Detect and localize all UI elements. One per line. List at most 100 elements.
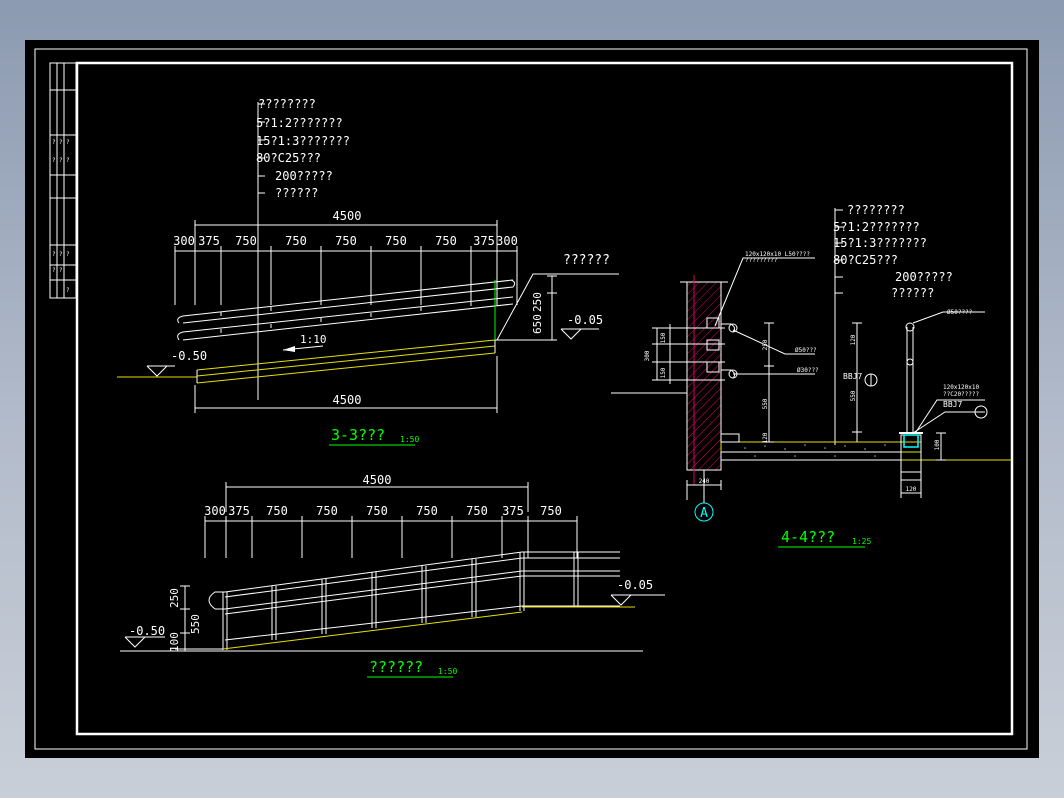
dim-label: 120 bbox=[850, 334, 857, 345]
title-block-cell: ? bbox=[66, 157, 70, 164]
bolt-label: BBJ7 bbox=[943, 400, 962, 409]
level-label-left: -0.50 bbox=[129, 624, 165, 638]
dim-label: 250 bbox=[531, 292, 544, 312]
level-label-left: -0.50 bbox=[171, 349, 207, 363]
dim-label: 300 bbox=[644, 350, 651, 361]
dim-label: 375 bbox=[502, 504, 524, 518]
concrete-dots bbox=[744, 444, 886, 457]
section-4-4-scale: 1:25 bbox=[852, 537, 871, 546]
dim-label: 4500 bbox=[363, 473, 392, 487]
title-block bbox=[49, 62, 77, 299]
railing-elevation: 4500 300 375 750 750 750 750 750 375 750 bbox=[120, 473, 665, 678]
note-line: 80?C25??? bbox=[256, 151, 321, 165]
inner-border bbox=[75, 61, 1014, 736]
slope-arrow bbox=[282, 345, 324, 352]
elevation-title: ?????? bbox=[369, 658, 423, 676]
wall-section bbox=[686, 281, 722, 471]
title-block-cell: ? bbox=[59, 251, 63, 258]
railing-post bbox=[905, 322, 915, 433]
drawing-viewport[interactable]: ? ? ? ? ? ? ? ? ? ? ? ? ???????? 5?1:2??… bbox=[25, 40, 1039, 758]
elevation-scale: 1:50 bbox=[438, 667, 457, 676]
title-block-cell: ? bbox=[66, 287, 70, 294]
note-line: 200????? bbox=[895, 270, 953, 284]
dim-label: 250 bbox=[168, 588, 181, 608]
leader-label: ??C20????? bbox=[943, 391, 980, 398]
dim-label: 375 bbox=[198, 234, 220, 248]
handrail-upper bbox=[177, 279, 516, 324]
level-label-right: -0.05 bbox=[567, 313, 603, 327]
section-3-3-title: 3-3??? bbox=[331, 426, 385, 444]
dim-spacing bbox=[174, 246, 518, 305]
elev-top-rail bbox=[208, 551, 620, 610]
note-line: 5?1:2??????? bbox=[256, 116, 343, 130]
leader-label: Ø50???? bbox=[947, 309, 973, 316]
dim-label: 750 bbox=[435, 234, 457, 248]
note-line: 80?C25??? bbox=[833, 253, 898, 267]
cad-drawing: ? ? ? ? ? ? ? ? ? ? ? ? ???????? 5?1:2??… bbox=[34, 48, 1028, 750]
note-line: ???????? bbox=[258, 97, 316, 111]
note-line: 200????? bbox=[275, 169, 333, 183]
dim-label: 375 bbox=[228, 504, 250, 518]
dim-label: 750 bbox=[235, 234, 257, 248]
bolt-label: BBJ7 bbox=[843, 372, 862, 381]
note-line: 15?1:3??????? bbox=[833, 236, 927, 250]
dim-label: 300 bbox=[173, 234, 195, 248]
callout-leader bbox=[496, 273, 619, 341]
dim-label: 750 bbox=[285, 234, 307, 248]
spacing-labels: 300 375 750 750 750 750 750 375 300 bbox=[173, 234, 518, 248]
elev-level-right bbox=[610, 594, 665, 606]
dim-label: 750 bbox=[266, 504, 288, 518]
title-block-cell: ? bbox=[59, 157, 63, 164]
dim-label: 100 bbox=[168, 632, 181, 652]
dim-label: 150 bbox=[660, 332, 667, 343]
axis-label: A bbox=[700, 506, 708, 521]
slope-label: 1:10 bbox=[300, 333, 327, 346]
dim-overall-top bbox=[194, 220, 498, 302]
outer-border bbox=[34, 48, 1028, 750]
dim-label: 375 bbox=[473, 234, 495, 248]
section-4-4-notes: ???????? 5?1:2??????? 15?1:3??????? 80?C… bbox=[833, 203, 953, 300]
base-plate bbox=[903, 434, 919, 448]
note-line: 15?1:3??????? bbox=[256, 134, 350, 148]
dim-label: 750 bbox=[540, 504, 562, 518]
dim-label: 300 bbox=[204, 504, 226, 518]
dim-label: 750 bbox=[385, 234, 407, 248]
dim-label: 100 bbox=[934, 439, 941, 450]
callout-label: ?????? bbox=[563, 253, 610, 268]
dim-label: 150 bbox=[660, 367, 667, 378]
title-block-cell: ? bbox=[52, 267, 56, 274]
dim-label: 550 bbox=[189, 614, 202, 634]
note-line: 5?1:2??????? bbox=[833, 220, 920, 234]
dim-label: 4500 bbox=[333, 393, 362, 407]
dim-label: 4500 bbox=[333, 209, 362, 223]
elev-spacing-labels: 300 375 750 750 750 750 750 375 750 bbox=[204, 504, 562, 518]
section-3-3-notes: ???????? 5?1:2??????? 15?1:3??????? 80?C… bbox=[256, 97, 350, 200]
title-block-cell: ? bbox=[52, 157, 56, 164]
leader-label: Ø50??? bbox=[795, 347, 817, 354]
dim-label: 750 bbox=[335, 234, 357, 248]
elev-posts bbox=[222, 552, 579, 650]
section-3-3: ???????? 5?1:2??????? 15?1:3??????? 80?C… bbox=[117, 97, 619, 446]
title-block-cell: ? bbox=[52, 251, 56, 258]
dim-label: 300 bbox=[496, 234, 518, 248]
section-3-3-scale: 1:50 bbox=[400, 435, 419, 444]
title-block-cell: ? bbox=[66, 251, 70, 258]
dim-label: 650 bbox=[531, 314, 544, 334]
dim-vertical-right bbox=[547, 275, 557, 341]
title-block-cell: ? bbox=[59, 139, 63, 146]
section-4-4: ???????? 5?1:2??????? 15?1:3??????? 80?C… bbox=[611, 203, 1011, 548]
dim-label: 550 bbox=[762, 398, 769, 409]
note-line: ?????? bbox=[891, 286, 934, 300]
wall-handrails bbox=[721, 323, 738, 379]
leader-label: ????????? bbox=[745, 257, 778, 264]
level-label-right: -0.05 bbox=[617, 578, 653, 592]
title-block-cell: ? bbox=[52, 139, 56, 146]
dim-label: 120 bbox=[762, 432, 769, 443]
level-marker-right bbox=[560, 328, 599, 340]
title-block-cell: ? bbox=[59, 267, 63, 274]
dim-label: 750 bbox=[416, 504, 438, 518]
dim-label: 550 bbox=[850, 390, 857, 401]
dim-label: 750 bbox=[316, 504, 338, 518]
dim-label: 120 bbox=[906, 486, 917, 493]
title-block-cell: ? bbox=[66, 139, 70, 146]
